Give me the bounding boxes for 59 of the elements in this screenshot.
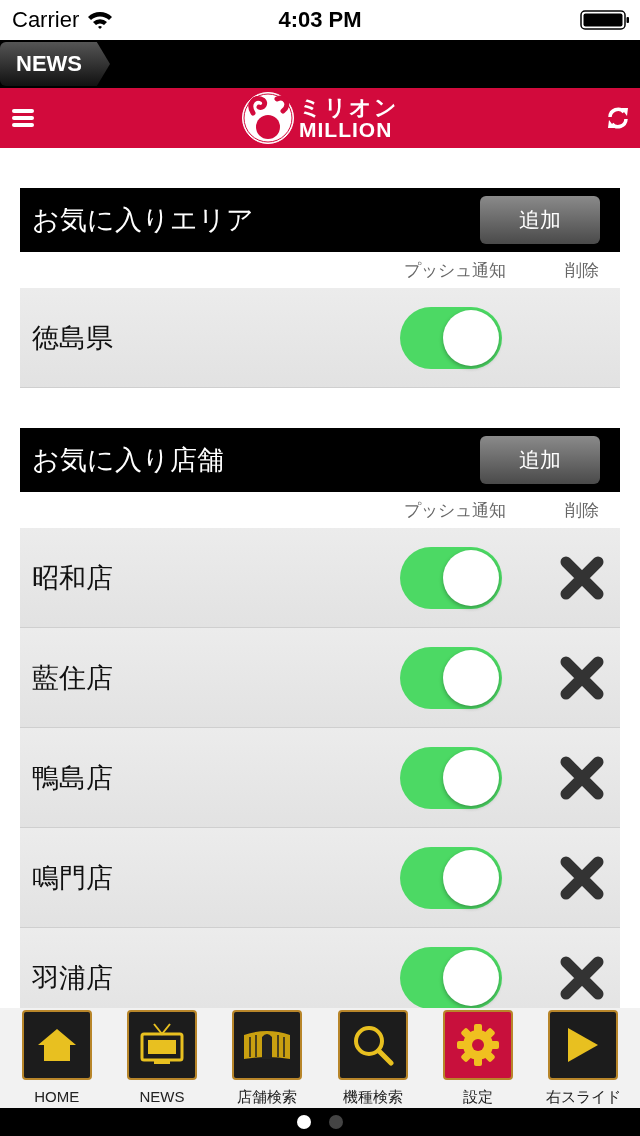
page-dot[interactable] — [297, 1115, 311, 1129]
column-label: プッシュ通知 — [403, 259, 507, 282]
tab-item[interactable]: 設定 — [425, 1010, 531, 1108]
add-button[interactable]: 追加 — [480, 436, 600, 484]
logo-text: MILLION — [299, 118, 394, 140]
menu-icon[interactable] — [12, 108, 34, 128]
tab-label: 店舗検索 — [237, 1088, 298, 1107]
delete-icon[interactable] — [559, 854, 605, 901]
carrier-label: Carrier — [12, 7, 80, 33]
search-icon — [351, 1024, 394, 1066]
tab-tile[interactable] — [548, 1010, 619, 1080]
row-name: 羽浦店 — [31, 961, 114, 995]
tab-label: NEWS — [139, 1088, 185, 1105]
delete-icon[interactable] — [559, 954, 605, 1001]
section-title: お気に入りエリア — [32, 204, 254, 237]
tab-label: 設定 — [462, 1088, 493, 1107]
delete-icon[interactable] — [559, 754, 605, 801]
push-toggle[interactable] — [400, 746, 502, 809]
row-name: 昭和店 — [31, 561, 114, 595]
column-label: 削除 — [564, 259, 600, 282]
news-tab[interactable]: NEWS — [0, 42, 110, 86]
section-title: お気に入り店舗 — [32, 444, 224, 477]
tab-tile[interactable] — [442, 1010, 513, 1080]
tab-tile[interactable] — [232, 1010, 303, 1080]
gear-icon — [455, 1023, 500, 1067]
refresh-icon[interactable] — [606, 106, 630, 130]
column-label: プッシュ通知 — [403, 499, 507, 522]
row-name: 鳴門店 — [31, 861, 114, 895]
tab-tile[interactable] — [127, 1010, 197, 1080]
mascot-logo-icon — [241, 91, 295, 145]
tab-label: 右スライド — [545, 1088, 621, 1107]
tab-item[interactable]: 右スライド — [530, 1010, 636, 1108]
row-name: 徳島県 — [31, 321, 114, 355]
push-toggle[interactable] — [400, 846, 502, 909]
delete-icon[interactable] — [559, 654, 605, 701]
push-toggle[interactable] — [400, 646, 502, 709]
tab-item[interactable]: 店舗検索 — [214, 1010, 320, 1108]
clock-time: 4:03 PM — [278, 7, 362, 33]
tab-item[interactable]: NEWS — [109, 1010, 215, 1108]
tab-item[interactable]: 機種検索 — [320, 1010, 426, 1108]
push-toggle[interactable] — [400, 546, 502, 609]
row-name: 藍住店 — [31, 661, 114, 695]
column-label: 削除 — [564, 499, 600, 522]
tab-item[interactable]: HOME — [4, 1010, 110, 1108]
house-icon — [36, 1028, 77, 1062]
tv-icon — [139, 1023, 185, 1067]
tab-tile[interactable] — [21, 1010, 92, 1080]
page-dot[interactable] — [329, 1115, 343, 1129]
add-button[interactable]: 追加 — [480, 196, 600, 244]
wifi-icon — [87, 10, 114, 30]
logo-kana-text: ミリオン — [299, 96, 399, 119]
battery-icon — [580, 10, 630, 30]
tab-label: HOME — [34, 1088, 80, 1105]
push-toggle[interactable] — [400, 946, 502, 1008]
tab-tile[interactable] — [337, 1010, 408, 1080]
push-toggle[interactable] — [400, 306, 502, 369]
delete-icon[interactable] — [559, 554, 605, 601]
row-name: 鴨島店 — [31, 761, 114, 795]
tab-label: 機種検索 — [342, 1088, 403, 1107]
